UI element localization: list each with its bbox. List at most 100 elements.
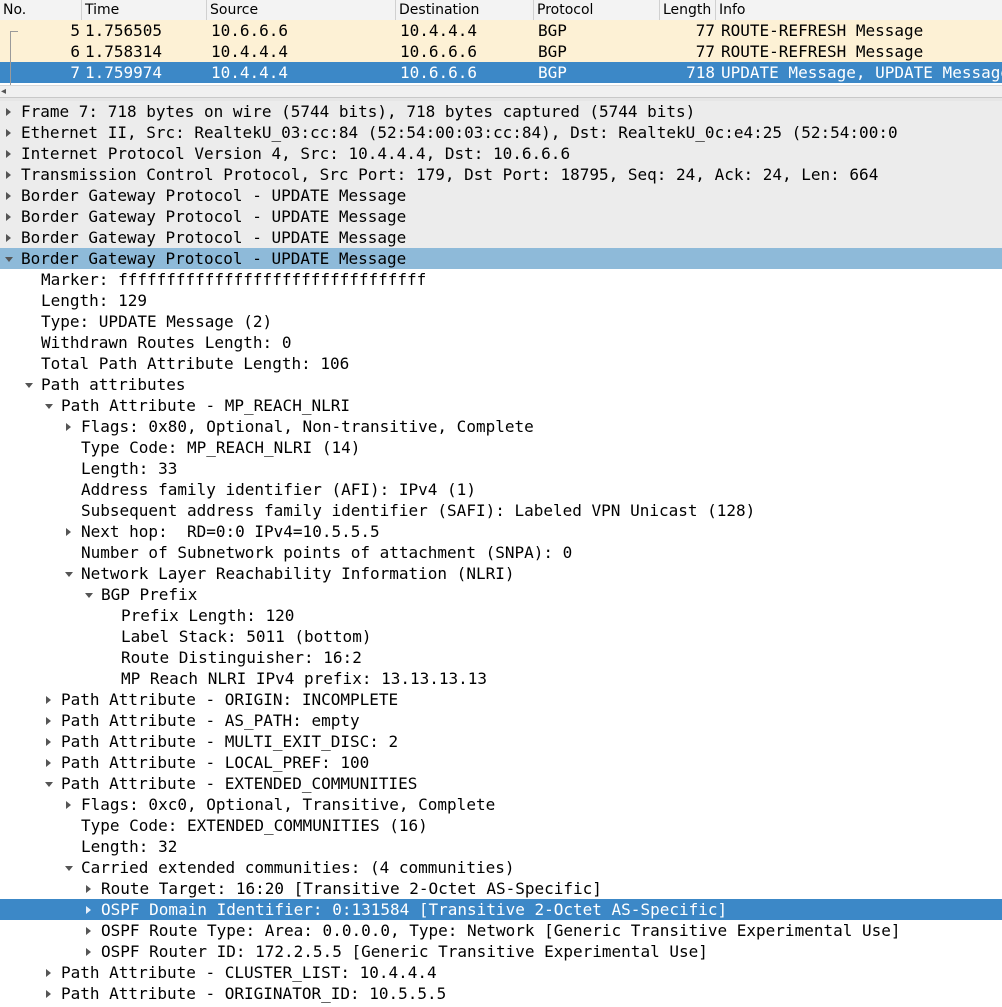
tree-row-label: Path Attribute - ORIGINATOR_ID: 10.5.5.5	[61, 984, 447, 1003]
tree-row-label: Route Distinguisher: 16:2	[121, 648, 362, 667]
tree-row[interactable]: Network Layer Reachability Information (…	[0, 563, 1002, 584]
tree-row[interactable]: Number of Subnetwork points of attachmen…	[0, 542, 1002, 563]
tree-row-label: OSPF Domain Identifier: 0:131584 [Transi…	[101, 900, 728, 919]
expand-triangle-icon[interactable]	[44, 731, 54, 752]
tree-row[interactable]: Path Attribute - LOCAL_PREF: 100	[0, 752, 1002, 773]
conversation-line-start	[10, 31, 18, 32]
tree-row[interactable]: Path Attribute - ORIGIN: INCOMPLETE	[0, 689, 1002, 710]
tree-row[interactable]: Path Attribute - ORIGINATOR_ID: 10.5.5.5	[0, 983, 1002, 1004]
tree-row[interactable]: Path Attribute - EXTENDED_COMMUNITIES	[0, 773, 1002, 794]
expand-triangle-icon[interactable]	[44, 752, 54, 773]
packet-cell-no: 7	[70, 63, 80, 82]
tree-row[interactable]: Length: 32	[0, 836, 1002, 857]
expand-triangle-icon[interactable]	[64, 521, 74, 542]
tree-row-label: Path attributes	[41, 375, 186, 394]
tree-row[interactable]: Type Code: MP_REACH_NLRI (14)	[0, 437, 1002, 458]
packet-details-tree[interactable]: Frame 7: 718 bytes on wire (5744 bits), …	[0, 101, 1002, 1007]
expand-triangle-icon[interactable]	[4, 227, 14, 248]
expand-triangle-icon[interactable]	[4, 164, 14, 185]
tree-row[interactable]: Border Gateway Protocol - UPDATE Message	[0, 227, 1002, 248]
collapse-triangle-icon[interactable]	[64, 563, 74, 584]
packet-row[interactable]: 6 1.758314 10.4.4.4 10.6.6.6 BGP 77 ROUTE-REFR…	[0, 41, 1002, 62]
expand-triangle-icon[interactable]	[44, 689, 54, 710]
tree-row[interactable]: Path Attribute - CLUSTER_LIST: 10.4.4.4	[0, 962, 1002, 983]
tree-row[interactable]: Path Attribute - MULTI_EXIT_DISC: 2	[0, 731, 1002, 752]
expand-triangle-icon[interactable]	[4, 101, 14, 122]
packet-cell-protocol: BGP	[538, 21, 567, 40]
tree-row[interactable]: OSPF Domain Identifier: 0:131584 [Transi…	[0, 899, 1002, 920]
tree-row[interactable]: Subsequent address family identifier (SA…	[0, 500, 1002, 521]
expand-triangle-icon[interactable]	[84, 899, 94, 920]
tree-row[interactable]: Path attributes	[0, 374, 1002, 395]
column-header-source[interactable]: Source	[207, 0, 396, 20]
tree-row[interactable]: Label Stack: 5011 (bottom)	[0, 626, 1002, 647]
tree-row-label: Internet Protocol Version 4, Src: 10.4.4…	[21, 144, 571, 163]
column-header-protocol[interactable]: Protocol	[534, 0, 660, 20]
expand-triangle-icon[interactable]	[4, 206, 14, 227]
tree-row[interactable]: Prefix Length: 120	[0, 605, 1002, 626]
tree-row[interactable]: Border Gateway Protocol - UPDATE Message	[0, 206, 1002, 227]
tree-row[interactable]: MP Reach NLRI IPv4 prefix: 13.13.13.13	[0, 668, 1002, 689]
column-header-time[interactable]: Time	[82, 0, 207, 20]
tree-row[interactable]: Transmission Control Protocol, Src Port:…	[0, 164, 1002, 185]
expand-triangle-icon[interactable]	[4, 143, 14, 164]
collapse-triangle-icon[interactable]	[64, 857, 74, 878]
tree-row[interactable]: OSPF Route Type: Area: 0.0.0.0, Type: Ne…	[0, 920, 1002, 941]
expand-triangle-icon[interactable]	[64, 416, 74, 437]
collapse-triangle-icon[interactable]	[44, 773, 54, 794]
tree-row[interactable]: Route Distinguisher: 16:2	[0, 647, 1002, 668]
collapse-triangle-icon[interactable]	[24, 374, 34, 395]
column-header-length[interactable]: Length	[660, 0, 716, 20]
expand-triangle-icon[interactable]	[44, 962, 54, 983]
tree-row[interactable]: BGP Prefix	[0, 584, 1002, 605]
tree-row[interactable]: Next hop: RD=0:0 IPv4=10.5.5.5	[0, 521, 1002, 542]
packet-cell-time: 1.759974	[85, 63, 163, 82]
tree-row[interactable]: Address family identifier (AFI): IPv4 (1…	[0, 479, 1002, 500]
expand-triangle-icon[interactable]	[4, 122, 14, 143]
expand-triangle-icon[interactable]	[64, 794, 74, 815]
packet-row[interactable]: 5 1.756505 10.6.6.6 10.4.4.4 BGP 77 ROUTE-REFR…	[0, 20, 1002, 41]
tree-row[interactable]: Path Attribute - AS_PATH: empty	[0, 710, 1002, 731]
tree-row[interactable]: OSPF Router ID: 172.2.5.5 [Generic Trans…	[0, 941, 1002, 962]
tree-row[interactable]: Length: 33	[0, 458, 1002, 479]
tree-row[interactable]: Flags: 0x80, Optional, Non-transitive, C…	[0, 416, 1002, 437]
packet-row[interactable]: 7 1.759974 10.4.4.4 10.6.6.6 BGP 718 UPDATE Me…	[0, 62, 1002, 83]
tree-row-label: Number of Subnetwork points of attachmen…	[81, 543, 573, 562]
packet-cell-length: 77	[695, 21, 715, 40]
column-header-no[interactable]: No.	[0, 0, 82, 20]
tree-row[interactable]: Border Gateway Protocol - UPDATE Message	[0, 185, 1002, 206]
expand-triangle-icon[interactable]	[84, 878, 94, 899]
tree-row[interactable]: Path Attribute - MP_REACH_NLRI	[0, 395, 1002, 416]
expand-triangle-icon[interactable]	[84, 920, 94, 941]
tree-row[interactable]: Withdrawn Routes Length: 0	[0, 332, 1002, 353]
tree-row[interactable]: Flags: 0xc0, Optional, Transitive, Compl…	[0, 794, 1002, 815]
expand-triangle-icon[interactable]	[44, 983, 54, 1004]
tree-row-label: BGP Prefix	[101, 585, 198, 604]
tree-row[interactable]: Route Target: 16:20 [Transitive 2-Octet …	[0, 878, 1002, 899]
tree-row[interactable]: Type: UPDATE Message (2)	[0, 311, 1002, 332]
tree-row[interactable]: Carried extended communities: (4 communi…	[0, 857, 1002, 878]
tree-row[interactable]: Type Code: EXTENDED_COMMUNITIES (16)	[0, 815, 1002, 836]
column-header-info[interactable]: Info	[716, 0, 1002, 20]
collapse-triangle-icon[interactable]	[44, 395, 54, 416]
packet-cell-destination: 10.6.6.6	[400, 42, 478, 61]
expand-triangle-icon[interactable]	[84, 941, 94, 962]
packet-cell-length: 718	[686, 63, 715, 82]
collapse-triangle-icon[interactable]	[84, 584, 94, 605]
collapse-triangle-icon[interactable]	[4, 248, 14, 269]
tree-row[interactable]: Length: 129	[0, 290, 1002, 311]
tree-row[interactable]: Total Path Attribute Length: 106	[0, 353, 1002, 374]
tree-row[interactable]: Frame 7: 718 bytes on wire (5744 bits), …	[0, 101, 1002, 122]
expand-triangle-icon[interactable]	[4, 185, 14, 206]
packet-cell-source: 10.4.4.4	[211, 63, 289, 82]
tree-row[interactable]: Internet Protocol Version 4, Src: 10.4.4…	[0, 143, 1002, 164]
column-header-destination[interactable]: Destination	[396, 0, 534, 20]
expand-triangle-icon[interactable]	[44, 710, 54, 731]
tree-row[interactable]: Border Gateway Protocol - UPDATE Message	[0, 248, 1002, 269]
packet-list[interactable]: No. Time Source Destination Protocol Len…	[0, 0, 1002, 98]
tree-row-label: Path Attribute - MULTI_EXIT_DISC: 2	[61, 732, 399, 751]
tree-row-label: Length: 32	[81, 837, 178, 856]
tree-row[interactable]: Ethernet II, Src: RealtekU_03:cc:84 (52:…	[0, 122, 1002, 143]
tree-row-label: Prefix Length: 120	[121, 606, 295, 625]
tree-row[interactable]: Marker: ffffffffffffffffffffffffffffffff	[0, 269, 1002, 290]
